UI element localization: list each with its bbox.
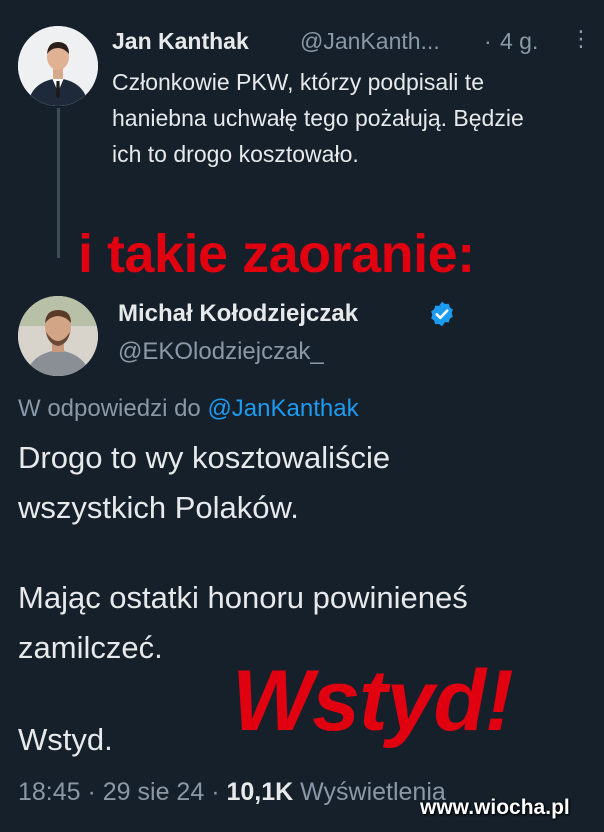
tweet-text-line: Mając ostatki honoru powinieneś (18, 580, 468, 615)
author-handle[interactable]: @EKOlodziejczak_ (118, 338, 324, 366)
view-count: 10,1K (226, 778, 294, 806)
reply-mention-link[interactable]: @JanKanthak (207, 395, 358, 422)
more-dots-vertical-icon[interactable]: ⋮ (570, 26, 592, 52)
tweet-text-line: Drogo to wy kosztowaliście (18, 440, 391, 475)
verified-badge-icon (428, 300, 456, 328)
tweet-text-line: wszystkich Polaków. (18, 490, 299, 525)
overlay-stamp: Wstyd! (232, 653, 514, 749)
tweet-text: Członkowie PKW, którzy podpisali te hani… (112, 69, 524, 167)
reply-context: W odpowiedzi do @JanKanthak (18, 395, 359, 423)
avatar-michal-kolodziejczak[interactable] (18, 296, 98, 376)
reply-prefix: W odpowiedzi do (18, 395, 201, 422)
tweet-meta: 18:45 · 29 sie 24 · 10,1K Wyświetlenia (18, 778, 446, 807)
avatar-jan-kanthak[interactable] (18, 26, 98, 106)
author-handle[interactable]: @JanKanth... (300, 28, 440, 55)
site-watermark: www.wiocha.pl (420, 796, 570, 819)
post-timestamp[interactable]: 18:45 · 29 sie 24 · (18, 778, 226, 806)
tweet-text-line: zamilczeć. (18, 630, 163, 665)
overlay-caption: i takie zaoranie: (78, 224, 475, 284)
author-name[interactable]: Michał Kołodziejczak (118, 300, 358, 328)
thread-connector-line (57, 108, 60, 258)
separator-dot: · (484, 28, 492, 54)
author-name[interactable]: Jan Kanthak (112, 28, 249, 55)
tweet-text-line: Wstyd. (18, 722, 113, 757)
post-time[interactable]: 4 g. (500, 28, 538, 55)
